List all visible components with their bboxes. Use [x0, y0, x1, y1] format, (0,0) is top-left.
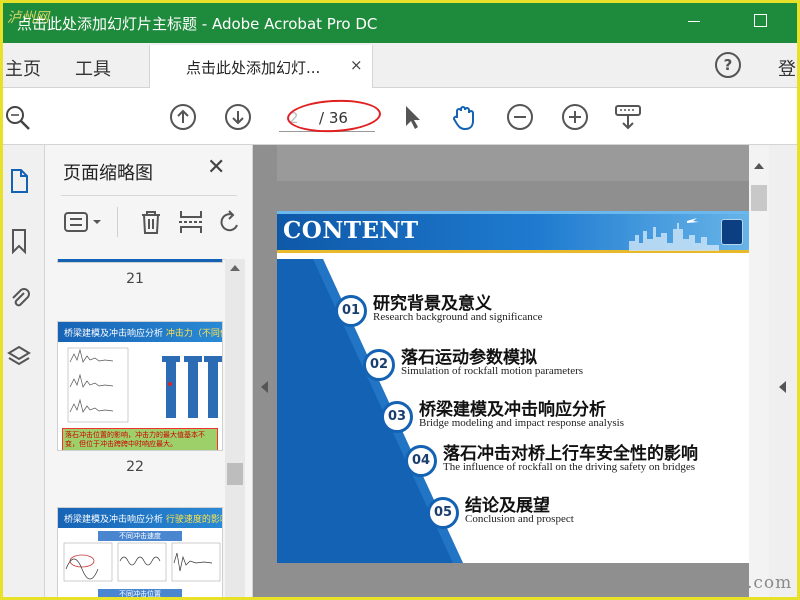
thumbnail-row-label: 不同冲击位置 [98, 589, 182, 597]
toc-subtitle: Conclusion and prospect [465, 513, 574, 525]
thumbnail-page-20[interactable] [57, 259, 223, 263]
collapse-left-panel-icon[interactable] [261, 381, 268, 393]
zoom-in-icon[interactable] [560, 102, 590, 132]
app-window: 泸州网 点击此处添加幻灯片主标题 - Adobe Acrobat Pro DC … [0, 0, 800, 600]
sign-in-button[interactable]: 登 [778, 55, 796, 81]
toc-number: 03 [381, 401, 413, 433]
select-cursor-icon[interactable] [397, 102, 427, 132]
scroll-up-icon[interactable] [754, 163, 764, 169]
thumbnail-scrollbar[interactable] [225, 259, 245, 597]
zoom-out-icon[interactable] [505, 102, 535, 132]
page-thumbnails-icon[interactable] [7, 167, 31, 195]
slide-header: CONTENT [277, 211, 749, 253]
rotate-page-icon[interactable] [217, 207, 241, 237]
watermark-text: .com [747, 573, 793, 593]
document-tab-label: 点击此处添加幻灯... [186, 59, 321, 77]
thumbnail-row-label: 不同冲击速度 [98, 531, 182, 541]
document-viewer[interactable]: CONTENT 01 研究背景及意义 Research background a… [253, 145, 797, 597]
bookmark-icon[interactable] [7, 227, 31, 255]
prev-page-icon[interactable] [168, 102, 198, 132]
toc-number: 04 [405, 445, 437, 477]
thumbnails-panel: 页面缩略图 ✕ 21 桥梁建模及冲击响应分析 冲击力（不同 落石冲击位置的影响，… [45, 145, 253, 597]
attachment-icon[interactable] [7, 283, 31, 311]
document-scrollbar[interactable] [749, 145, 769, 597]
thumbnail-page-22[interactable]: 桥梁建模及冲击响应分析 冲击力（不同位置） 落石冲击位置的影响，冲击力的最大值基… [57, 321, 223, 451]
university-logo [721, 219, 743, 245]
zoom-search-icon[interactable] [3, 102, 33, 132]
expand-right-panel-icon[interactable] [779, 381, 786, 393]
title-bar: 泸州网 点击此处添加幻灯片主标题 - Adobe Acrobat Pro DC [3, 3, 797, 43]
next-page-icon[interactable] [223, 102, 253, 132]
toc-subtitle: The influence of rockfall on the driving… [443, 461, 696, 473]
close-panel-icon[interactable]: ✕ [207, 155, 225, 180]
divider [117, 207, 118, 237]
toc-number: 02 [363, 349, 395, 381]
toc-number: 01 [335, 295, 367, 327]
help-icon[interactable]: ? [715, 52, 741, 78]
toc-subtitle: Bridge modeling and impact response anal… [419, 417, 624, 429]
previous-page-edge [277, 145, 749, 181]
thumbnail-edge [58, 259, 222, 262]
header-stripe [277, 211, 749, 214]
slide-page: CONTENT 01 研究背景及意义 Research background a… [277, 211, 749, 563]
layers-icon[interactable] [7, 343, 31, 371]
thumbnail-note: 落石冲击位置的影响，冲击力的最大值基本不变，但位于冲击跨跨中时响应最大。 [62, 428, 218, 450]
close-tab-icon[interactable]: × [350, 56, 363, 74]
toolbar: 2 / 36 [3, 88, 797, 145]
tab-bar: 主页 工具 点击此处添加幻灯... × ? 登 [3, 43, 797, 88]
minimize-button[interactable] [686, 11, 706, 31]
scroll-thumb[interactable] [751, 185, 767, 211]
delete-page-icon[interactable] [137, 207, 165, 237]
left-rail [3, 145, 45, 597]
scroll-thumb[interactable] [227, 463, 243, 485]
hand-tool-icon[interactable] [449, 102, 479, 132]
tab-document[interactable]: 点击此处添加幻灯... × [149, 45, 373, 88]
thumbnail-heading: 桥梁建模及冲击响应分析 冲击力（不同位置） [58, 322, 222, 342]
thumbnail-heading: 桥梁建模及冲击响应分析 行驶速度的影响 [58, 508, 222, 528]
divider [61, 195, 237, 196]
thumbnail-page-23[interactable]: 桥梁建模及冲击响应分析 行驶速度的影响 不同冲击速度 不同冲击位置 [57, 507, 223, 597]
thumbnail-page-number: 22 [126, 459, 144, 475]
thumbnail-figure [67, 347, 222, 423]
thumbnail-options-icon[interactable] [63, 207, 107, 237]
maximize-button[interactable] [752, 11, 772, 31]
tab-home[interactable]: 主页 [5, 55, 41, 81]
toc-number: 05 [427, 497, 459, 529]
scroll-up-icon[interactable] [230, 265, 240, 271]
toc-subtitle: Simulation of rockfall motion parameters [401, 365, 584, 377]
slide-title: CONTENT [283, 217, 419, 244]
city-skyline-icon [629, 218, 719, 251]
window-title: 点击此处添加幻灯片主标题 - Adobe Acrobat Pro DC [17, 15, 378, 33]
thumbnail-page-number: 21 [126, 271, 144, 287]
panel-title: 页面缩略图 [63, 163, 153, 184]
tab-tools[interactable]: 工具 [75, 55, 111, 81]
extract-page-icon[interactable] [177, 207, 205, 237]
toc-subtitle: Research background and significance [373, 311, 543, 323]
thumbnail-figure [63, 542, 221, 582]
scroll-mode-icon[interactable] [613, 102, 643, 132]
